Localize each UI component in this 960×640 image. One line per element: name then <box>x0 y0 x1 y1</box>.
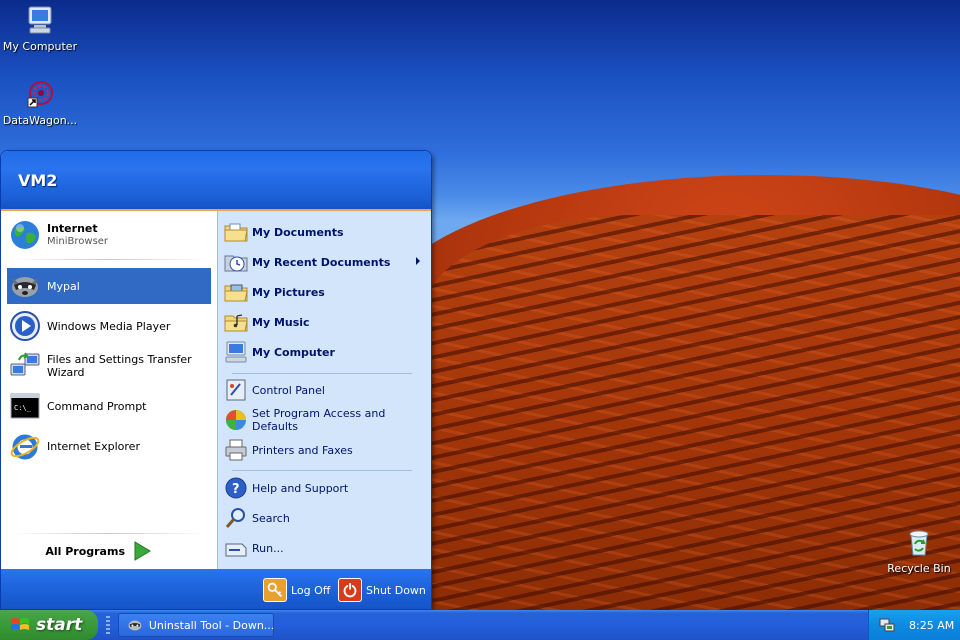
datawagon-shortcut-icon <box>27 81 53 108</box>
folder-icon <box>224 223 248 242</box>
power-icon <box>338 578 362 602</box>
place-my-recent-documents[interactable]: My Recent Documents <box>224 248 428 276</box>
desktop-icon-my-computer[interactable]: My Computer <box>0 4 80 53</box>
start-menu-footer: Log Off Shut Down <box>1 569 431 609</box>
start-menu-programs-column: Internet MiniBrowser Mypal Windows Media… <box>1 211 217 569</box>
recent-item-transfer-wizard[interactable]: Files and Settings Transfer Wizard <box>7 348 211 384</box>
run-icon <box>225 543 247 557</box>
all-programs-button[interactable]: All Programs <box>7 537 211 565</box>
desktop-icon-label: Recycle Bin <box>887 562 951 575</box>
pinned-item-title: Internet <box>47 222 98 235</box>
system-tray: 8:25 AM <box>868 610 960 640</box>
key-icon <box>263 578 287 602</box>
search[interactable]: Search <box>224 504 428 532</box>
system-label: Printers and Faxes <box>252 443 353 457</box>
separator <box>232 373 412 374</box>
desktop-icon-datawagon[interactable]: DataWagon... <box>0 78 80 127</box>
raccoon-icon <box>128 620 142 631</box>
recent-item-command-prompt[interactable]: C:\_ Command Prompt <box>7 388 211 424</box>
run[interactable]: Run... <box>224 534 428 562</box>
place-my-music[interactable]: My Music <box>224 308 428 336</box>
taskbar: start Uninstall Tool - Down... 8:25 AM <box>0 610 960 640</box>
recent-item-internet-explorer[interactable]: Internet Explorer <box>7 428 211 464</box>
start-menu-places-column: My Documents My Recent Documents My Pict… <box>217 211 431 569</box>
globe-icon <box>11 221 39 249</box>
place-label: My Computer <box>252 345 335 359</box>
start-menu-body: Internet MiniBrowser Mypal Windows Media… <box>1 211 431 569</box>
command-prompt-icon: C:\_ <box>10 393 40 419</box>
desktop-icon-label: DataWagon... <box>2 114 78 127</box>
start-label: start <box>36 615 83 635</box>
internet-explorer-icon <box>10 434 40 460</box>
help-label: Run... <box>252 541 284 555</box>
place-label: My Pictures <box>252 285 325 299</box>
system-program-defaults[interactable]: Set Program Access and Defaults <box>224 406 428 434</box>
recent-documents-icon <box>224 255 248 272</box>
desktop-icon-recycle-bin[interactable]: Recycle Bin <box>879 526 959 575</box>
svg-text:C:\_: C:\_ <box>14 404 32 412</box>
computer-icon <box>28 6 52 34</box>
separator <box>11 259 207 260</box>
raccoon-icon <box>12 277 38 297</box>
task-button-uninstall-tool[interactable]: Uninstall Tool - Down... <box>118 613 274 637</box>
help-label: Help and Support <box>252 481 349 495</box>
control-panel-icon <box>226 379 246 401</box>
recent-item-windows-media-player[interactable]: Windows Media Player <box>7 308 211 344</box>
place-my-pictures[interactable]: My Pictures <box>224 278 428 306</box>
desktop-icon-label: My Computer <box>2 40 78 53</box>
svg-text:?: ? <box>232 482 240 497</box>
system-label: Set Program Access and Defaults <box>252 407 386 433</box>
folder-pictures-icon <box>224 284 248 302</box>
start-menu-header: VM2 <box>1 151 431 211</box>
recent-item-label: Windows Media Player <box>47 319 171 333</box>
place-my-documents[interactable]: My Documents <box>224 218 428 246</box>
taskbar-grip[interactable] <box>106 616 110 634</box>
separator <box>232 470 412 471</box>
pinned-item-subtitle: MiniBrowser <box>47 236 109 247</box>
task-button-label: Uninstall Tool - Down... <box>148 618 273 632</box>
search-icon <box>225 508 245 528</box>
recent-item-label: Internet Explorer <box>47 439 140 453</box>
help-label: Search <box>252 511 290 525</box>
recent-item-label: Files and Settings Transfer Wizard <box>47 353 192 379</box>
pinned-item-internet[interactable]: Internet MiniBrowser <box>7 217 211 253</box>
help-icon: ? <box>225 477 247 499</box>
recent-item-label: Mypal <box>47 279 80 293</box>
transfer-wizard-icon <box>10 352 40 376</box>
recycle-bin-icon <box>909 530 929 556</box>
all-programs-label: All Programs <box>45 544 125 558</box>
place-my-computer[interactable]: My Computer <box>224 338 428 366</box>
system-control-panel[interactable]: Control Panel <box>224 376 428 404</box>
log-off-label: Log Off <box>291 583 331 597</box>
program-defaults-icon <box>226 410 246 430</box>
help-and-support[interactable]: ? Help and Support <box>224 474 428 502</box>
recent-item-label: Command Prompt <box>47 399 147 413</box>
place-label: My Music <box>252 315 310 329</box>
start-menu: VM2 Internet MiniBrowser Mypal Windows M… <box>0 150 432 610</box>
place-label: My Documents <box>252 225 344 239</box>
start-button[interactable]: start <box>0 610 98 640</box>
place-label: My Recent Documents <box>252 255 391 269</box>
arrow-right-icon <box>134 541 151 561</box>
shut-down-label: Shut Down <box>366 583 426 597</box>
system-printers-faxes[interactable]: Printers and Faxes <box>224 436 428 464</box>
log-off-button[interactable]: Log Off <box>263 578 330 602</box>
windows-logo-icon <box>11 618 29 630</box>
submenu-arrow-icon <box>416 257 420 265</box>
system-label: Control Panel <box>252 383 325 397</box>
user-name: VM2 <box>18 171 58 190</box>
recent-item-mypal[interactable]: Mypal <box>7 268 211 304</box>
network-icon[interactable] <box>879 617 895 633</box>
shut-down-button[interactable]: Shut Down <box>338 578 426 602</box>
clock[interactable]: 8:25 AM <box>909 619 954 632</box>
separator <box>11 533 207 534</box>
computer-icon <box>225 341 247 363</box>
folder-music-icon <box>224 314 248 332</box>
printer-icon <box>225 439 247 461</box>
media-player-icon <box>10 311 40 341</box>
